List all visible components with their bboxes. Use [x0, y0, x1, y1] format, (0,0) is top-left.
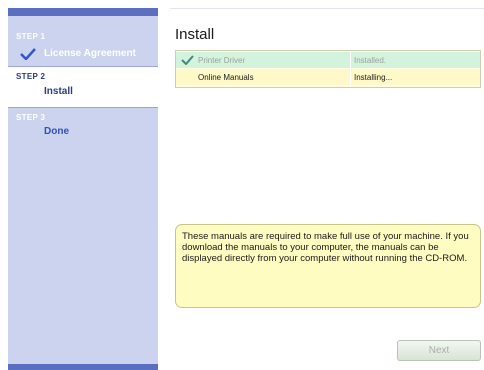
item-status: Installing...	[354, 73, 393, 82]
item-status: Installed.	[354, 56, 387, 65]
step-install: STEP 2 Install	[8, 66, 158, 108]
checkmark-icon	[20, 47, 36, 65]
step-done: STEP 3 Done	[8, 110, 158, 146]
item-name: Online Manuals	[198, 73, 254, 82]
info-box: These manuals are required to make full …	[175, 224, 481, 308]
column-divider	[350, 69, 351, 85]
list-item: Online Manuals Installing...	[176, 69, 480, 85]
step-title: License Agreement	[44, 48, 136, 59]
step-number: STEP 1	[16, 32, 46, 41]
column-divider	[350, 52, 351, 68]
header-divider	[170, 8, 484, 9]
page-title: Install	[175, 26, 215, 43]
step-number: STEP 3	[16, 113, 46, 122]
sidebar-bottom-bar	[8, 364, 158, 370]
step-title: Install	[44, 86, 73, 97]
step-number: STEP 2	[16, 72, 46, 81]
install-items-list: Printer Driver Installed. Online Manuals…	[175, 50, 481, 88]
steps-sidebar: STEP 1 License Agreement STEP 2 Install …	[8, 8, 158, 370]
step-title: Done	[44, 126, 69, 137]
sidebar-top-bar	[8, 8, 158, 16]
info-text: These manuals are required to make full …	[182, 231, 469, 264]
list-item: Printer Driver Installed.	[176, 52, 480, 68]
step-license-agreement: STEP 1 License Agreement	[8, 24, 158, 66]
next-button[interactable]: Next	[397, 340, 481, 361]
checkmark-icon	[181, 55, 194, 67]
item-name: Printer Driver	[198, 56, 246, 65]
